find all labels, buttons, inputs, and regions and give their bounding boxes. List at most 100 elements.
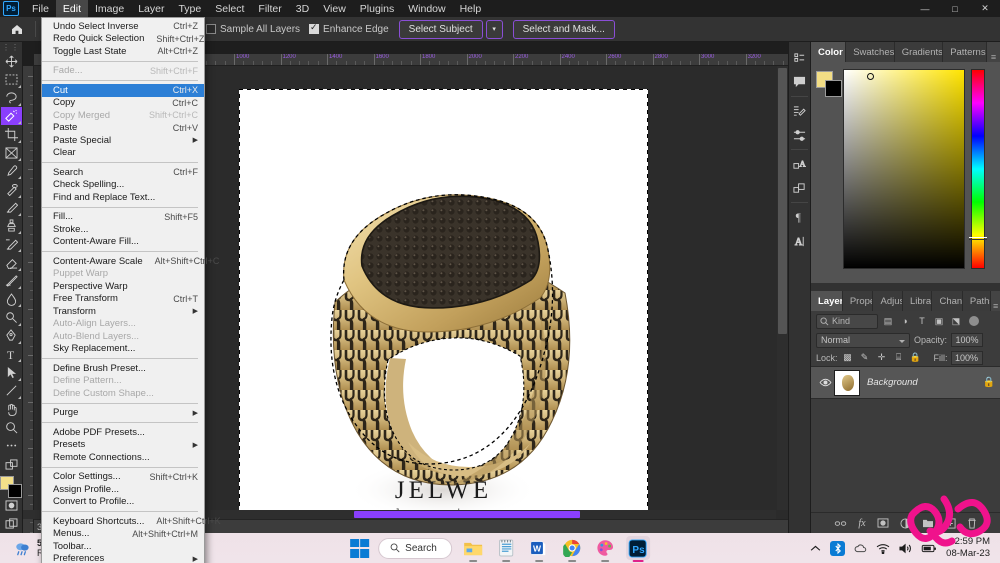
comments-icon[interactable] [789,70,810,94]
character-icon[interactable]: A [789,152,810,176]
tab-patterns[interactable]: Patterns [943,42,987,62]
menu-item-menus[interactable]: Menus... Alt+Shift+Ctrl+M [42,528,204,541]
tool-path-selection[interactable] [1,363,22,381]
menu-item-toolbar[interactable]: Toolbar... [42,540,204,553]
menu-view[interactable]: View [316,0,353,17]
select-subject-dropdown-icon[interactable]: ▾ [485,19,503,39]
toggle-screen-mode-top-icon[interactable] [1,455,22,473]
menu-window[interactable]: Window [401,0,452,17]
tool-eraser[interactable] [1,253,22,272]
new-group-icon[interactable] [922,518,934,528]
tool-spot-healing-brush[interactable] [1,180,22,198]
layer-visibility-eye-icon[interactable] [816,378,834,387]
menu-item-redo-quick-selection[interactable]: Redo Quick Selection Shift+Ctrl+Z [42,33,204,46]
taskbar-paint-icon[interactable] [593,536,617,562]
show-hidden-icons-chevron[interactable] [810,545,821,552]
menu-item-clear[interactable]: Clear [42,147,204,160]
tab-gradients[interactable]: Gradients [894,42,944,62]
menu-3d[interactable]: 3D [289,0,316,17]
home-icon[interactable] [4,19,30,40]
tool-hand[interactable] [1,400,22,418]
blend-mode-select[interactable]: Normal [816,332,910,348]
edit-menu-dropdown[interactable]: Undo Select Inverse Ctrl+Z Redo Quick Sele… [41,17,221,563]
menu-item-free-transform[interactable]: Free Transform Ctrl+T [42,293,204,306]
vertical-scrollbar-thumb[interactable] [778,68,787,335]
filter-pixel-icon[interactable]: ▤ [881,314,895,329]
color-swatches[interactable] [0,476,22,499]
sample-all-layers-checkbox[interactable]: Sample All Layers [206,24,300,35]
tool-move[interactable] [1,52,22,70]
menu-edit[interactable]: Edit [55,0,89,17]
lock-all-icon[interactable]: 🔒 [909,351,923,365]
taskbar-photoshop-icon[interactable]: Ps [625,536,650,562]
lock-transparent-pixels-icon[interactable]: ▩ [841,351,855,365]
menu-item-undo-select-inverse[interactable]: Undo Select Inverse Ctrl+Z [42,20,204,33]
delete-layer-icon[interactable] [967,518,977,529]
menu-select[interactable]: Select [208,0,251,17]
tab-swatches[interactable]: Swatches [846,42,895,62]
glyphs-icon[interactable]: A [789,229,810,253]
select-subject-button[interactable]: Select Subject [398,19,483,39]
tool-gradient[interactable] [1,272,22,290]
menu-item-keyboard-shortcuts[interactable]: Keyboard Shortcuts... Alt+Shift+Ctrl+K [42,515,221,528]
menu-item-content-aware-scale[interactable]: Content-Aware Scale Alt+Shift+Ctrl+C [42,255,219,268]
add-layer-mask-icon[interactable] [877,518,889,528]
filter-shape-icon[interactable]: ▣ [932,314,946,329]
brush-settings-icon[interactable] [789,99,810,123]
background-color-swatch[interactable] [825,80,842,97]
tool-zoom[interactable] [1,418,22,436]
lock-image-pixels-icon[interactable]: ✎ [858,351,872,365]
screen-mode-icon[interactable] [1,515,22,533]
hue-marker[interactable] [969,237,987,240]
taskbar-clock[interactable]: 2:59 PM 08-Mar-23 [946,536,990,560]
enhance-edge-checkbox[interactable]: Enhance Edge [309,22,389,35]
color-field[interactable] [843,69,965,269]
layer-filter-kind-select[interactable]: Kind [816,313,878,329]
tab-paths[interactable]: Paths [962,291,992,311]
bluetooth-icon[interactable] [830,540,846,556]
menu-item-find-and-replace-text[interactable]: Find and Replace Text... [42,191,204,204]
menu-item-fill[interactable]: Fill... Shift+F5 [42,211,204,224]
taskbar-notepad-icon[interactable] [494,536,518,562]
filter-smart-object-icon[interactable]: ⬔ [949,314,963,329]
panel-menu-icon[interactable]: ≡ [987,52,1000,62]
menu-item-purge[interactable]: Purge ▶ [42,407,204,420]
new-adjustment-layer-icon[interactable] [900,517,911,529]
battery-icon[interactable] [921,544,937,553]
tab-adjustments[interactable]: Adjust [873,291,903,311]
tool-line-shape[interactable] [1,382,22,400]
tab-libraries[interactable]: Librari [902,291,933,311]
menu-item-paste[interactable]: Paste Ctrl+V [42,122,204,135]
menu-filter[interactable]: Filter [251,0,288,17]
paragraph-icon[interactable]: ¶ [789,205,810,229]
menu-item-convert-to-profile[interactable]: Convert to Profile... [42,496,204,509]
layer-name[interactable]: Background [867,377,918,388]
layer-comps-icon[interactable] [789,176,810,200]
fill-value[interactable]: 100% [950,350,983,365]
taskbar-microsoft-word-icon[interactable]: W [527,536,551,562]
menu-help[interactable]: Help [453,0,489,17]
menu-file[interactable]: File [25,0,56,17]
quick-mask-mode-icon[interactable] [1,496,22,514]
color-field-marker[interactable] [867,73,874,80]
taskbar-search-box[interactable]: Search [378,537,452,559]
tool-clone-stamp[interactable] [1,217,22,235]
tool-edit-toolbar[interactable] [1,437,22,455]
menu-item-copy[interactable]: Copy Ctrl+C [42,97,204,110]
tool-quick-selection[interactable] [0,106,22,126]
menu-item-stroke[interactable]: Stroke... [42,223,204,236]
tab-properties[interactable]: Proper [842,291,874,311]
taskbar-google-chrome-icon[interactable] [560,536,584,562]
tab-layers[interactable]: Layers [811,291,843,311]
layer-style-fx-icon[interactable]: fx [858,518,865,529]
volume-icon[interactable] [899,543,912,554]
panel-menu-icon[interactable]: ≡ [991,301,1000,311]
opacity-value[interactable]: 100% [951,333,984,347]
link-layers-icon[interactable] [834,520,847,527]
wifi-icon[interactable] [876,543,890,554]
tool-crop[interactable] [1,125,22,143]
tab-color[interactable]: Color [811,42,847,62]
close-button[interactable]: ✕ [970,0,1000,17]
history-icon[interactable] [789,46,810,70]
menu-item-check-spelling[interactable]: Check Spelling... [42,179,204,192]
